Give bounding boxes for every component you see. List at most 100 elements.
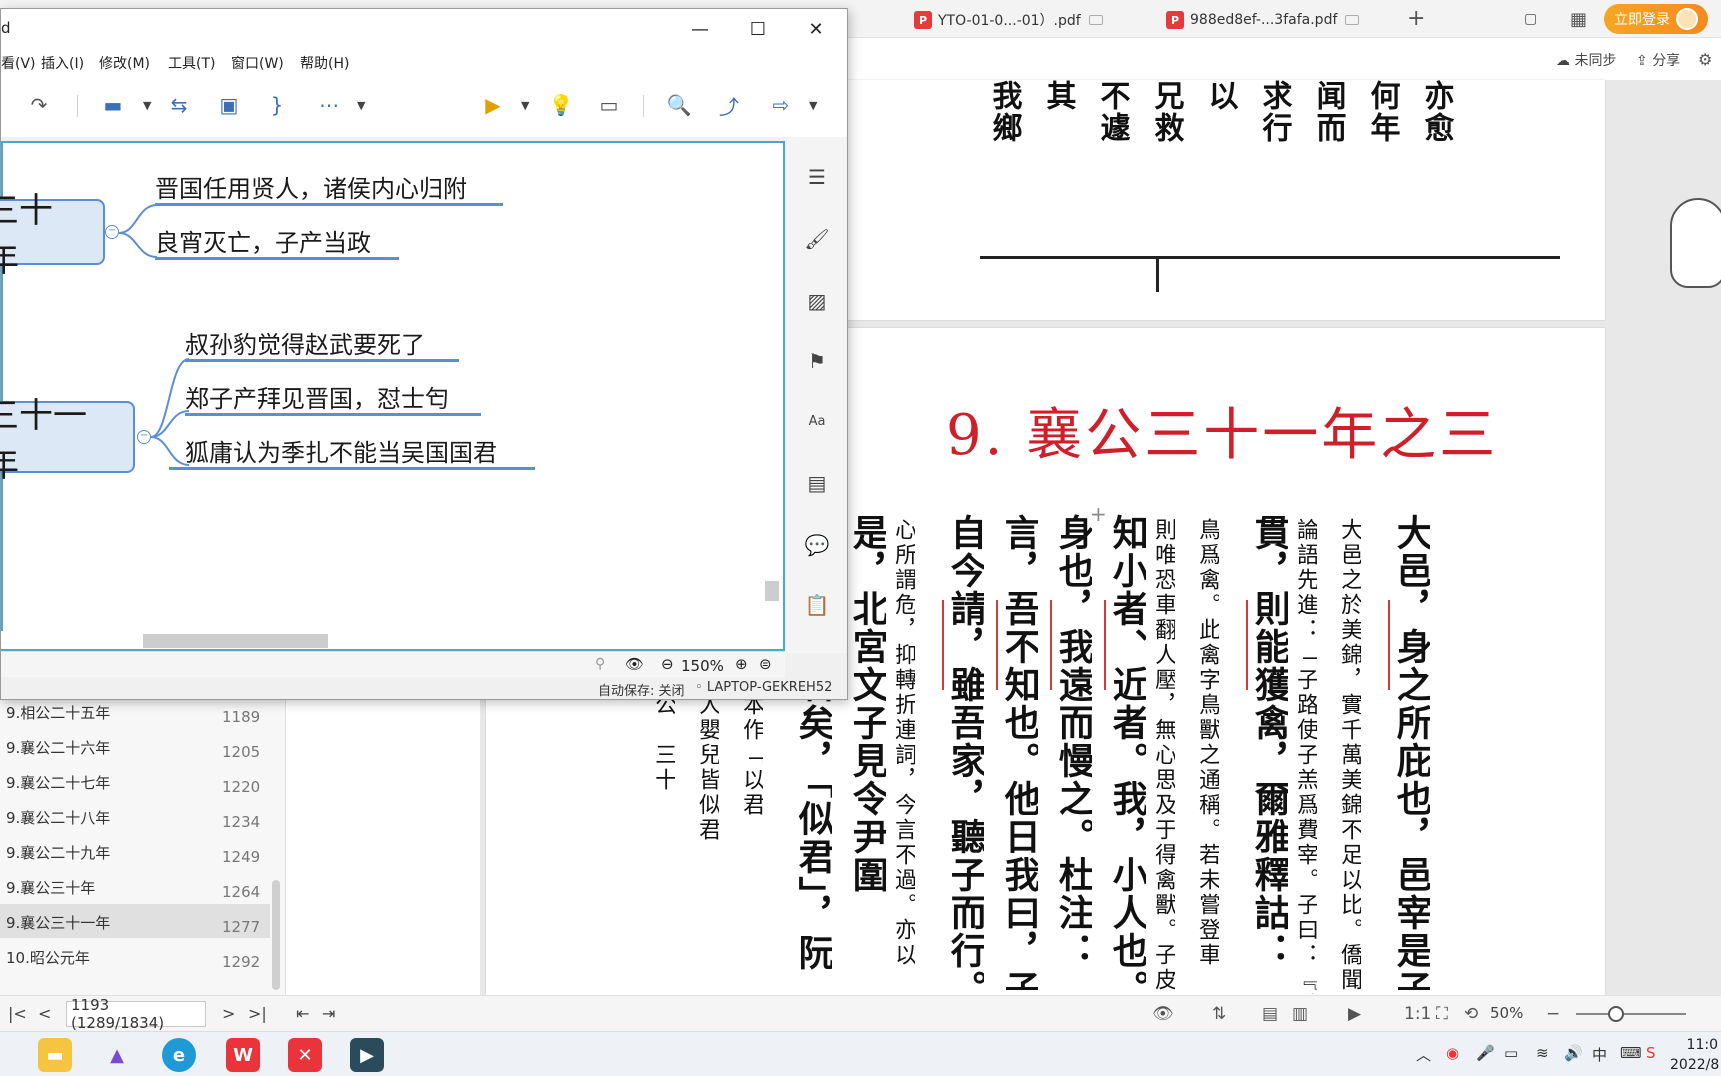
input-method-icon[interactable]: 中 (1592, 1044, 1607, 1065)
rotate-icon[interactable]: ⟲ (1464, 1004, 1478, 1024)
vertical-scroll-thumb[interactable] (765, 581, 779, 601)
record-icon[interactable]: ◉ (1446, 1044, 1459, 1062)
zoom-level[interactable]: 50% (1490, 1004, 1523, 1022)
topic-node[interactable]: 三十年 (0, 191, 105, 280)
flag-marker-icon[interactable]: ⚑ (803, 347, 831, 375)
system-clock[interactable]: 11:0 2022/8 (1670, 1035, 1719, 1075)
filter-icon[interactable]: ⚲ (595, 656, 605, 672)
outline-scrollbar[interactable] (272, 880, 280, 990)
settings-gear-icon[interactable]: ⚙ (1698, 50, 1712, 69)
presentation-icon[interactable]: ▶ (479, 91, 507, 119)
volume-icon[interactable]: 🔊 (1564, 1044, 1583, 1062)
lightbulb-icon[interactable]: 💡 (547, 91, 575, 119)
text-style-icon[interactable]: Aa (803, 407, 831, 435)
prev-page-icon[interactable]: < (38, 1004, 51, 1023)
eye-icon[interactable]: 👁 (625, 655, 644, 673)
grid-apps-icon[interactable]: ▦ (1570, 6, 1587, 32)
wifi-icon[interactable]: ≋ (1536, 1044, 1549, 1062)
outline-item[interactable]: 9.襄公二十八年 1234 (0, 799, 270, 833)
file-explorer-icon[interactable]: ▬ (38, 1038, 72, 1072)
last-page-icon[interactable]: >| (248, 1004, 267, 1023)
xmind-app-icon[interactable]: ✕ (288, 1038, 322, 1072)
next-page-icon[interactable]: > (222, 1004, 235, 1023)
menu-tools[interactable]: 工具(T) (168, 53, 215, 73)
login-button[interactable]: 立即登录 (1604, 4, 1708, 34)
back-icon[interactable]: ⇤ (296, 1004, 309, 1023)
zoom-in-icon[interactable]: ⊕ (735, 655, 748, 673)
menu-help[interactable]: 帮助(H) (300, 53, 349, 73)
format-brush-icon[interactable]: 🖌 (803, 225, 831, 253)
outline-item[interactable]: 9.襄公三十一年 1277 (0, 904, 270, 938)
subtopic-node[interactable]: 叔孙豹觉得赵武要死了 (185, 325, 425, 360)
wps-office-icon[interactable]: W (226, 1038, 260, 1072)
chevron-down-icon[interactable]: ▼ (143, 99, 151, 112)
battery-icon[interactable]: ▭ (1504, 1044, 1518, 1062)
menu-modify[interactable]: 修改(M) (99, 53, 150, 73)
fit-page-icon[interactable]: ⛶ (1436, 1004, 1448, 1024)
new-tab-plus-icon[interactable]: + (1407, 6, 1425, 31)
fit-width-icon[interactable]: ⇅ (1212, 1004, 1226, 1024)
outline-item[interactable]: 10.昭公元年 1292 (0, 939, 270, 973)
outline-item[interactable]: 9.襄公二十九年 1249 (0, 834, 270, 868)
pdf-tab-2[interactable]: P 988ed8ef-...3fafa.pdf (1160, 4, 1360, 36)
subtopic-node[interactable]: 良宵灭亡，子产当政 (155, 223, 371, 258)
image-icon[interactable]: ▨ (803, 287, 831, 315)
outline-item[interactable]: 9.襄公二十七年 1220 (0, 764, 270, 798)
chevron-down-icon[interactable]: ▼ (809, 99, 817, 112)
zoom-out-icon[interactable]: − (1546, 1004, 1560, 1024)
search-icon[interactable]: 🔍 (665, 91, 693, 119)
single-page-icon[interactable]: ▤ (1262, 1004, 1278, 1024)
boundary-icon[interactable]: ▣ (215, 91, 243, 119)
first-page-icon[interactable]: |< (8, 1004, 27, 1023)
mindmap-canvas[interactable]: 三十年 − 晋国任用贤人，诸侯内心归附 良宵灭亡，子产当政 三十一年 − 叔孙豹… (0, 141, 785, 651)
mindmap-zoom-level[interactable]: 150% (681, 657, 724, 675)
subtopic-node[interactable]: 狐庸认为季扎不能当吴国国君 (185, 433, 497, 468)
play-icon[interactable]: ▶ (1348, 1004, 1361, 1024)
export-icon[interactable]: ⇨ (767, 91, 795, 119)
share-icon[interactable]: ⤴ (715, 91, 743, 119)
horizontal-scroll-thumb[interactable] (143, 634, 328, 648)
subtopic-node[interactable]: 郑子产拜见晋国，怼士匄 (185, 379, 449, 414)
minimize-button[interactable]: — (677, 15, 723, 43)
pdf-tab-1[interactable]: P YTO-01-0...-01）.pdf (908, 4, 1103, 36)
screen-recorder-icon[interactable]: ▶ (350, 1038, 384, 1072)
chevron-down-icon[interactable]: ▼ (521, 99, 529, 112)
zoom-slider[interactable] (1576, 1013, 1686, 1015)
share-button[interactable]: ⇪ 分享 (1636, 50, 1680, 70)
forward-icon[interactable]: ⇥ (322, 1004, 335, 1023)
tray-chevron-up-icon[interactable]: ︿ (1416, 1044, 1431, 1065)
relationship-icon[interactable]: ⇆ (165, 91, 193, 119)
zoom-slider-handle[interactable] (1608, 1006, 1624, 1022)
zoom-out-icon[interactable]: ⊖ (661, 655, 674, 673)
clipboard-task-icon[interactable]: 📋 (803, 591, 831, 619)
outline-view-icon[interactable]: ▭ (595, 91, 623, 119)
actual-size-icon[interactable]: 1:1 (1404, 1004, 1431, 1024)
more-options-icon[interactable]: ⋯ (315, 91, 343, 119)
keyboard-icon[interactable]: ⌨ (1620, 1044, 1642, 1062)
maximize-button[interactable]: ☐ (735, 15, 781, 43)
topic-node[interactable]: 三十一年 (0, 396, 135, 485)
chevron-down-icon[interactable]: ▼ (357, 99, 365, 112)
canvas-vertical-scrollbar[interactable] (763, 147, 781, 627)
page-number-input[interactable]: 1193 (1289/1834) (66, 996, 206, 1032)
double-page-icon[interactable]: ▥ (1292, 1004, 1308, 1024)
outline-list-icon[interactable]: ☰ (803, 163, 831, 191)
doc-count-icon[interactable]: ▢ (1524, 6, 1537, 32)
canvas-horizontal-scrollbar[interactable] (1, 631, 763, 649)
menu-insert[interactable]: 插入(I) (41, 53, 84, 73)
redo-icon[interactable]: ↷ (25, 91, 53, 119)
menu-window[interactable]: 窗口(W) (231, 53, 284, 73)
close-button[interactable]: ✕ (793, 15, 839, 43)
comment-icon[interactable]: 💬 (803, 531, 831, 559)
sync-status[interactable]: ☁ 未同步 (1556, 50, 1616, 70)
insert-topic-icon[interactable]: ▬ (99, 91, 127, 119)
outline-item[interactable]: 9.襄公三十年 1264 (0, 869, 270, 903)
sogou-input-icon[interactable]: S (1646, 1044, 1656, 1062)
eye-mode-icon[interactable]: 👁 (1152, 1004, 1174, 1024)
notes-document-icon[interactable]: ▤ (803, 469, 831, 497)
mindmap-titlebar[interactable]: d — ☐ ✕ (1, 9, 847, 49)
summary-icon[interactable]: } (263, 91, 291, 119)
photos-app-icon[interactable]: ▲ (100, 1038, 134, 1072)
edge-browser-icon[interactable]: e (162, 1038, 196, 1072)
microphone-icon[interactable]: 🎤 (1476, 1044, 1495, 1062)
